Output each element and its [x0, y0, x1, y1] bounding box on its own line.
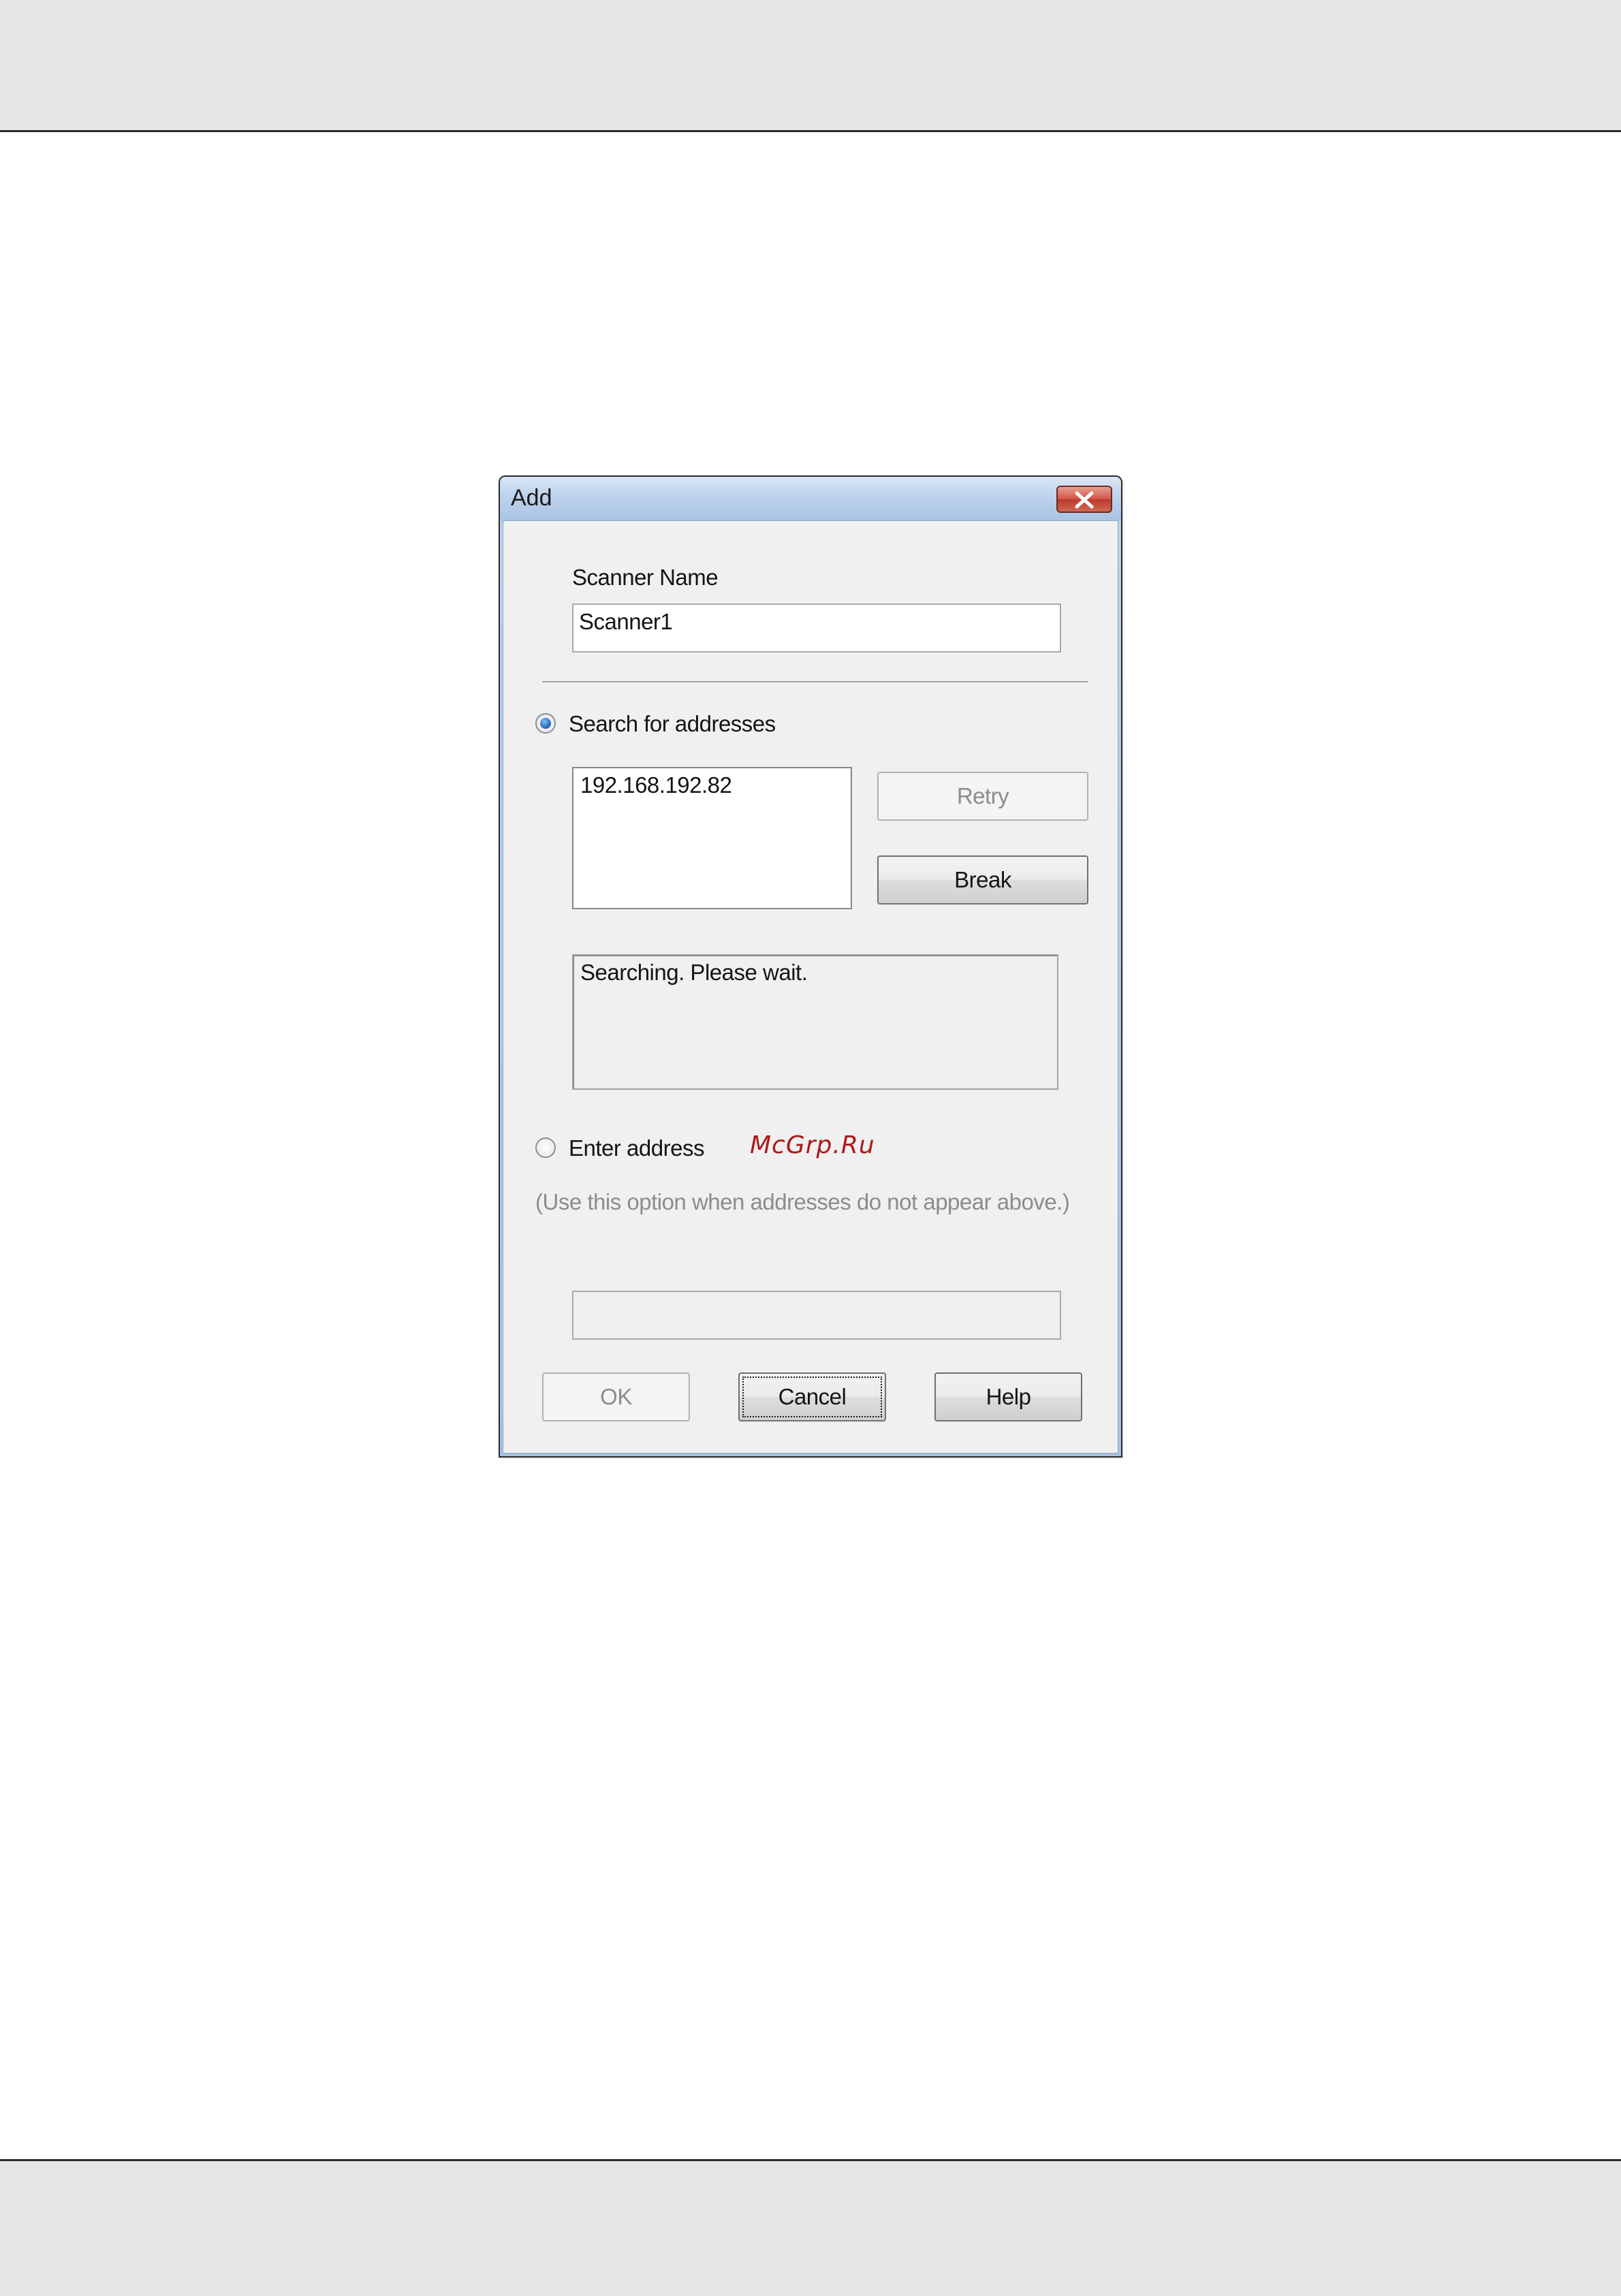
- break-button[interactable]: Break: [877, 855, 1088, 905]
- ok-button[interactable]: OK: [542, 1372, 690, 1421]
- search-addresses-label[interactable]: Search for addresses: [569, 711, 776, 737]
- scanner-name-label: Scanner Name: [572, 565, 719, 590]
- enter-address-radio[interactable]: [535, 1137, 556, 1158]
- page-footer-band: [0, 2159, 1621, 2296]
- dialog-title: Add: [511, 485, 552, 511]
- section-divider: [542, 681, 1088, 683]
- close-x-icon: [1075, 491, 1094, 509]
- help-button[interactable]: Help: [934, 1372, 1082, 1421]
- page-header-band: [0, 0, 1621, 132]
- search-status-text: Searching. Please wait.: [580, 960, 808, 985]
- cancel-button[interactable]: Cancel: [738, 1372, 886, 1421]
- enter-address-label[interactable]: Enter address: [569, 1135, 704, 1161]
- scanner-name-input[interactable]: Scanner1: [572, 603, 1061, 652]
- retry-button[interactable]: Retry: [877, 772, 1088, 821]
- watermark-text: McGrp.Ru: [750, 1131, 875, 1159]
- dialog-titlebar[interactable]: Add: [500, 477, 1121, 520]
- search-addresses-radio[interactable]: [535, 713, 556, 734]
- radio-selected-dot: [540, 718, 551, 729]
- address-list-item[interactable]: 192.168.192.82: [580, 772, 732, 798]
- close-button[interactable]: [1056, 486, 1112, 513]
- add-dialog: Add Scanner Name Scanner1 Search for add…: [499, 475, 1122, 1458]
- dialog-body: Scanner Name Scanner1 Search for address…: [503, 520, 1118, 1453]
- address-listbox[interactable]: 192.168.192.82: [572, 767, 852, 909]
- address-input[interactable]: [572, 1291, 1061, 1340]
- enter-address-hint: (Use this option when addresses do not a…: [535, 1189, 1070, 1214]
- search-status-box: Searching. Please wait.: [572, 954, 1058, 1090]
